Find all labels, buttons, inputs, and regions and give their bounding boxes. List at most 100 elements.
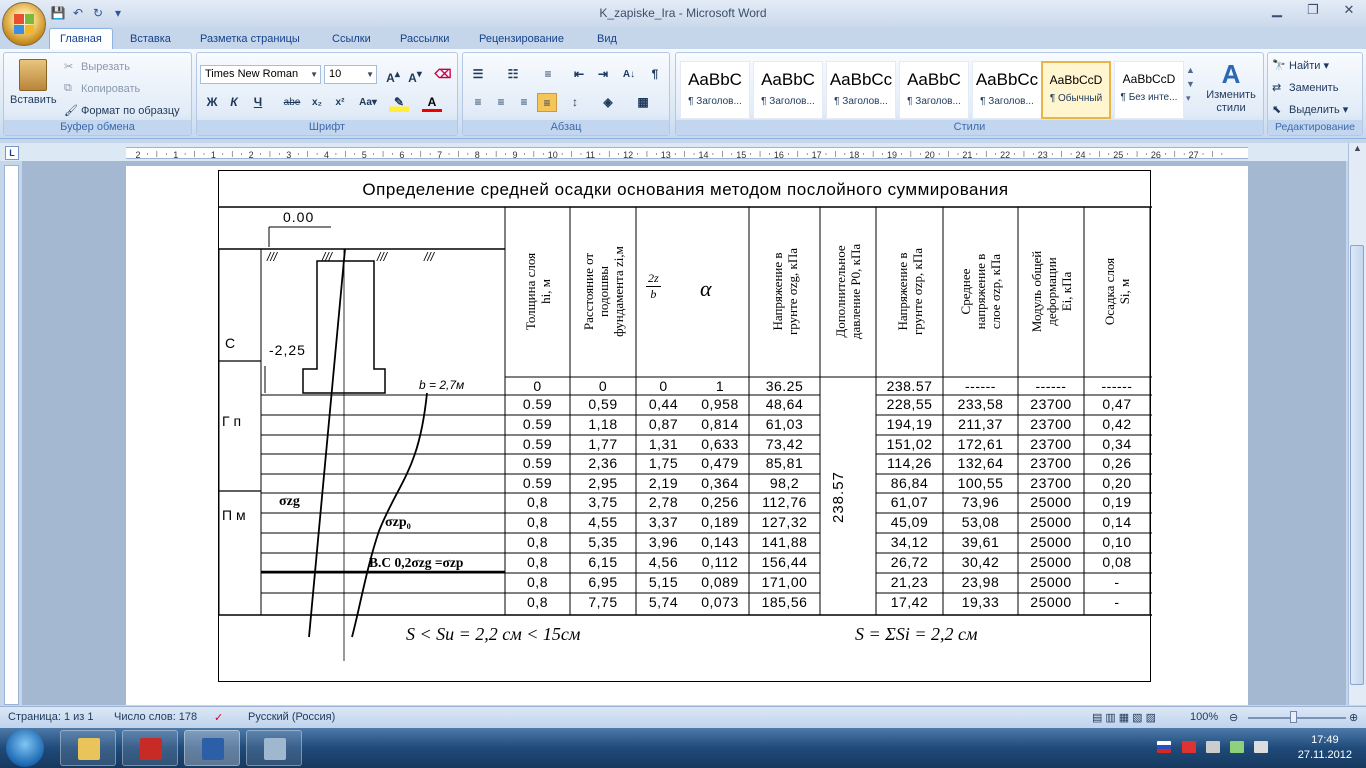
style-heading-3[interactable]: AaBbCc ¶ Заголов... xyxy=(826,61,896,119)
language-flag-icon[interactable] xyxy=(1157,741,1171,753)
bullets-icon[interactable]: ☰ xyxy=(468,65,488,84)
table-cell: 0,44 xyxy=(648,396,679,412)
table-cell: 0,08 xyxy=(1102,554,1132,570)
style-heading-4[interactable]: AaBbC ¶ Заголов... xyxy=(899,61,969,119)
style-heading-2[interactable]: AaBbC ¶ Заголов... xyxy=(753,61,823,119)
table-cell: 0,20 xyxy=(1102,475,1132,491)
table-cell: 0.59 xyxy=(522,416,553,432)
header-line: Напряжение в xyxy=(769,252,785,331)
zoom-thumb[interactable] xyxy=(1290,711,1297,723)
italic-icon[interactable]: К xyxy=(224,93,244,112)
tray-device-icon[interactable] xyxy=(1206,741,1220,753)
styles-scroll-icon[interactable]: ▲ ▼ ▾ xyxy=(1186,63,1195,105)
grow-font-icon[interactable]: A▴ xyxy=(383,65,403,85)
styles-group: AaBbC ¶ Заголов... AaBbC ¶ Заголов... AaBb… xyxy=(675,52,1264,136)
change-case-icon[interactable]: Aa▾ xyxy=(355,93,381,112)
zoom-slider[interactable] xyxy=(1248,717,1346,719)
paste-button[interactable]: Вставить xyxy=(10,59,57,106)
tab-references[interactable]: Ссылки xyxy=(328,30,375,49)
increase-indent-icon[interactable]: ⇥ xyxy=(593,65,613,84)
numbering-icon[interactable]: ☷ xyxy=(503,65,523,84)
align-center-icon[interactable]: ≡ xyxy=(491,93,511,112)
scrollbar-thumb[interactable] xyxy=(1350,245,1364,685)
page-count[interactable]: Страница: 1 из 1 xyxy=(8,711,94,723)
tab-mailings[interactable]: Рассылки xyxy=(396,30,453,49)
table-cell: 73,42 xyxy=(765,436,804,452)
tab-home[interactable]: Главная xyxy=(49,28,113,49)
close-icon[interactable]: ✕ xyxy=(1338,2,1360,18)
underline-icon[interactable]: Ч xyxy=(248,93,268,112)
table-cell: 4,55 xyxy=(588,514,618,530)
clock[interactable]: 17:49 27.11.2012 xyxy=(1298,733,1352,763)
sort-icon[interactable]: A↓ xyxy=(619,65,639,84)
zoom-in-icon[interactable]: ⊕ xyxy=(1349,711,1358,724)
style-no-spacing[interactable]: AaBbCcD ¶ Без инте... xyxy=(1114,61,1184,119)
ruler-bar[interactable]: 2 1 1 2 3 4 5 6 7 8 9 10 11 12 13 14 15 16 17 18 19 20 21 22 23 2… xyxy=(126,147,1248,160)
clear-format-icon[interactable]: ⌫ xyxy=(433,65,453,84)
line-spacing-icon[interactable]: ↕ xyxy=(565,93,585,112)
tray-alert-icon[interactable] xyxy=(1182,741,1196,753)
table-cell: 23,98 xyxy=(961,574,1000,590)
cut-button[interactable]: ✂ Вырезать xyxy=(64,60,130,74)
header-b: b xyxy=(650,287,657,301)
copy-button[interactable]: ⧉ Копировать xyxy=(64,82,140,96)
scissors-icon: ✂ xyxy=(64,61,74,73)
shading-icon[interactable]: ◈ xyxy=(598,93,618,112)
proofing-icon[interactable]: ✓ xyxy=(214,711,223,724)
style-heading-5[interactable]: AaBbCc ¶ Заголов... xyxy=(972,61,1042,119)
language[interactable]: Русский (Россия) xyxy=(248,711,335,723)
align-right-icon[interactable]: ≡ xyxy=(514,93,534,112)
highlight-icon[interactable]: ✎ xyxy=(389,93,409,112)
pilcrow-icon[interactable]: ¶ xyxy=(645,65,665,84)
style-heading-1[interactable]: AaBbC ¶ Заголов... xyxy=(680,61,750,119)
table-cell: 45,09 xyxy=(890,514,929,530)
taskbar-autocad[interactable] xyxy=(122,730,178,766)
table-cell: 2,36 xyxy=(588,455,618,471)
table-cell: 26,72 xyxy=(890,554,929,570)
tab-insert[interactable]: Вставка xyxy=(126,30,175,49)
scroll-up-icon[interactable]: ▲ xyxy=(1349,143,1366,153)
font-color-icon[interactable]: A xyxy=(422,93,442,112)
decrease-indent-icon[interactable]: ⇤ xyxy=(569,65,589,84)
minimize-icon[interactable]: ▁ xyxy=(1266,2,1288,18)
table-cell: 23700 xyxy=(1030,455,1072,471)
replace-button[interactable]: ⇄ Заменить xyxy=(1272,81,1338,95)
taskbar-calculator[interactable] xyxy=(246,730,302,766)
word-count[interactable]: Число слов: 178 xyxy=(114,711,197,723)
header-col-6: Напряжение в грунте σzp, кПа xyxy=(895,209,925,374)
align-left-icon[interactable]: ≡ xyxy=(468,93,488,112)
office-button[interactable] xyxy=(2,2,46,46)
superscript-icon[interactable]: x² xyxy=(330,93,350,112)
select-button[interactable]: ⬉ Выделить ▾ xyxy=(1272,103,1348,117)
zoom-out-icon[interactable]: ⊖ xyxy=(1229,711,1238,724)
taskbar-word[interactable] xyxy=(184,730,240,766)
tab-view[interactable]: Вид xyxy=(593,30,621,49)
format-painter-button[interactable]: 🖌 Формат по образцу xyxy=(64,104,180,118)
restore-icon[interactable]: ❐ xyxy=(1302,2,1324,18)
tab-selector-icon[interactable]: L xyxy=(5,146,19,160)
font-size-combo[interactable]: 10 ▼ xyxy=(324,65,377,84)
start-button-icon[interactable] xyxy=(6,729,44,767)
network-icon[interactable] xyxy=(1230,741,1244,753)
subscript-icon[interactable]: x₂ xyxy=(307,93,327,112)
view-buttons-icon[interactable]: ▤▥▦▧▨ xyxy=(1092,711,1159,724)
justify-icon[interactable]: ≡ xyxy=(537,93,557,112)
taskbar-explorer[interactable] xyxy=(60,730,116,766)
ruler-number: 2 xyxy=(135,150,140,160)
find-button[interactable]: 🔭 Найти ▾ xyxy=(1272,59,1329,73)
strikethrough-icon[interactable]: abe xyxy=(282,93,302,112)
tab-page-layout[interactable]: Разметка страницы xyxy=(196,30,304,49)
soil-layer-2: Г п xyxy=(222,413,242,429)
zoom-level[interactable]: 100% xyxy=(1190,711,1218,723)
table-cell: 228,55 xyxy=(886,396,933,412)
change-styles-button[interactable]: A Изменить стили xyxy=(1201,59,1261,115)
multilevel-list-icon[interactable]: ≡ xyxy=(538,65,558,84)
style-normal[interactable]: AaBbCcD ¶ Обычный xyxy=(1041,61,1111,119)
table-cell: 185,56 xyxy=(761,594,808,610)
shrink-font-icon[interactable]: A▾ xyxy=(405,65,425,85)
font-name-combo[interactable]: Times New Roman ▼ xyxy=(200,65,321,84)
volume-icon[interactable] xyxy=(1254,741,1268,753)
borders-icon[interactable]: ▦ xyxy=(633,93,653,112)
bold-icon[interactable]: Ж xyxy=(202,93,222,112)
tab-review[interactable]: Рецензирование xyxy=(475,30,568,49)
